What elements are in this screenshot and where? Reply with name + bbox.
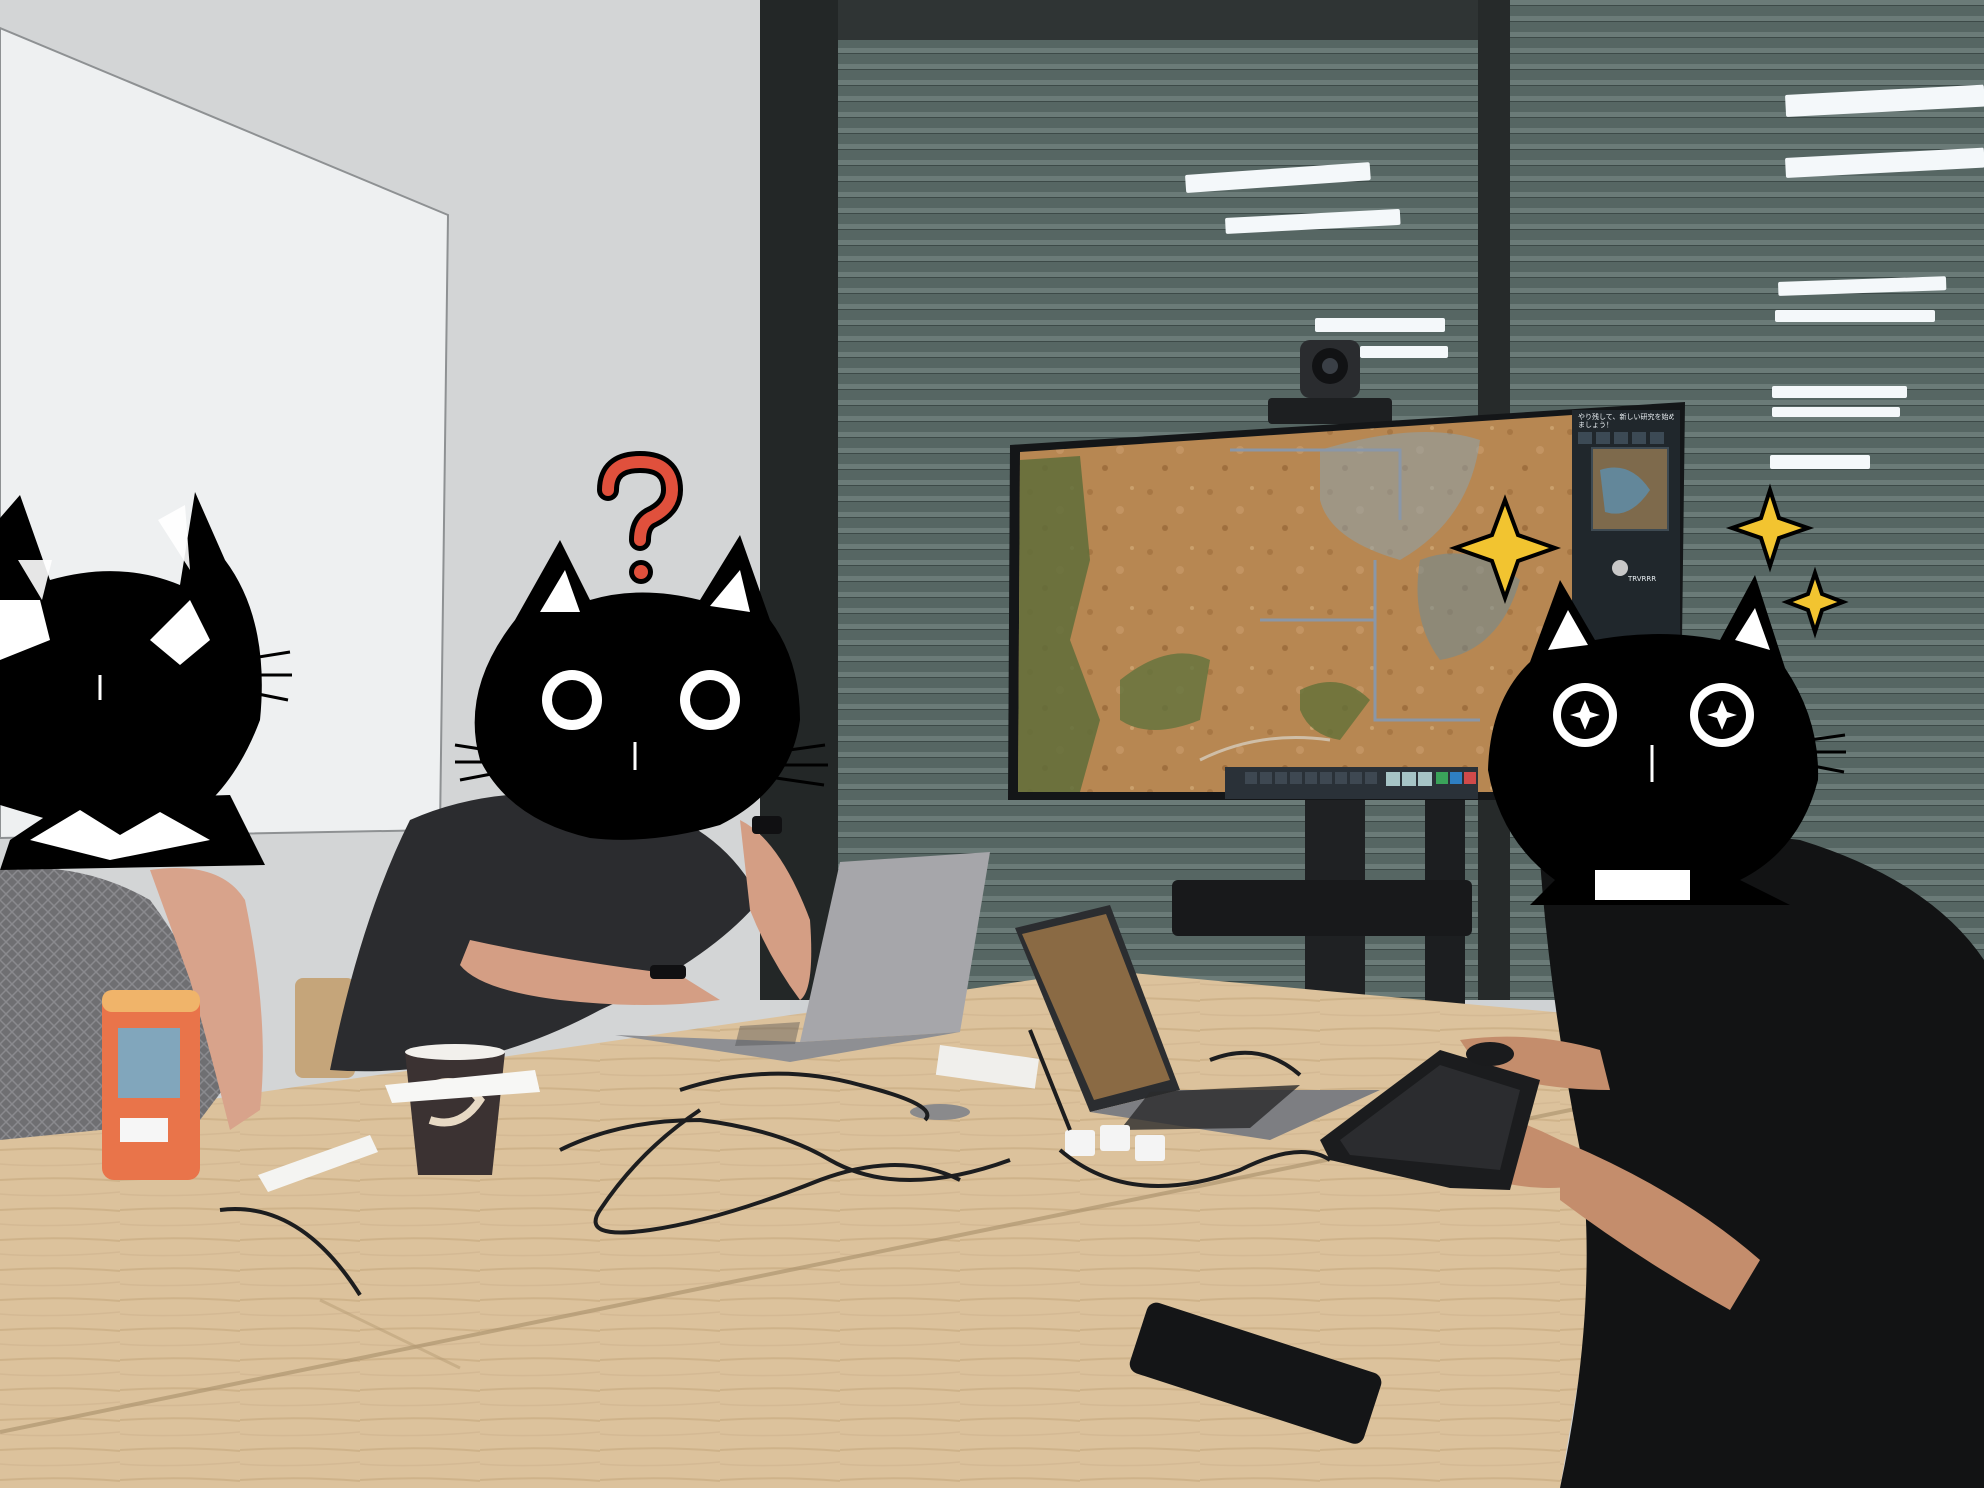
mouse xyxy=(1466,1042,1514,1066)
game-hotbar-slots xyxy=(1245,772,1377,784)
game-hint-text: やり残して、新しい研究を始め ましょう！ xyxy=(1578,413,1674,429)
game-panel-buttons xyxy=(1578,432,1664,444)
game-character-icon xyxy=(1612,560,1628,576)
paper-cup xyxy=(405,1044,505,1175)
soundbar xyxy=(1172,880,1472,936)
meeting-room-photo xyxy=(0,0,1984,1488)
game-panel-caption: TRVRRR xyxy=(1628,575,1657,583)
snack-can xyxy=(102,990,200,1180)
